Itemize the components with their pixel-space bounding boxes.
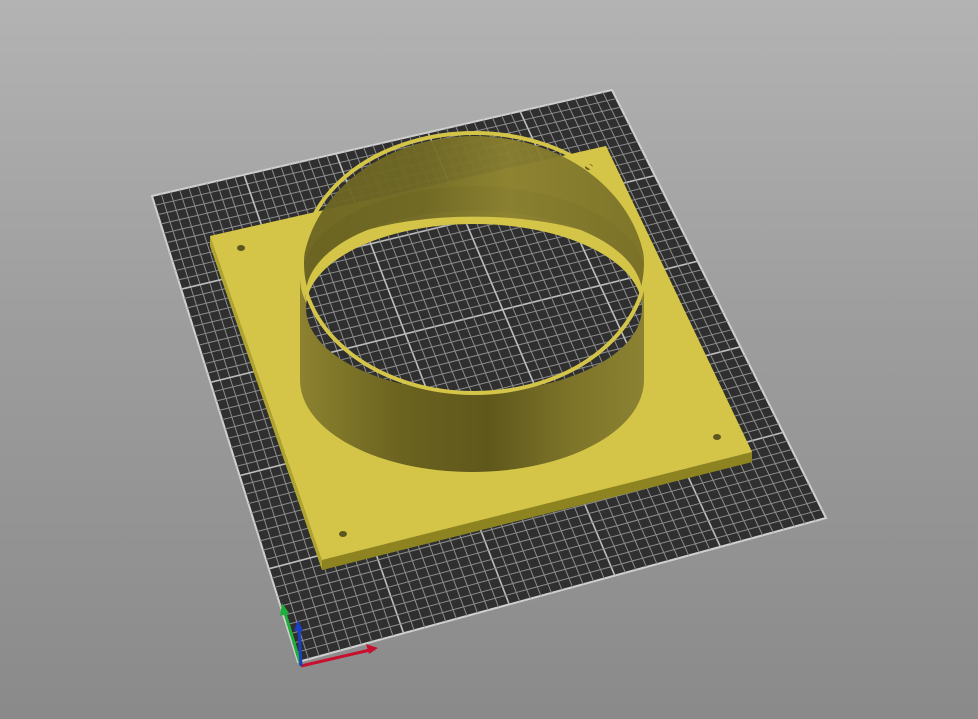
scene-canvas[interactable] (0, 0, 978, 719)
screw-hole-icon (237, 245, 245, 251)
screw-hole-icon (339, 531, 347, 537)
z-axis-arrow (297, 627, 303, 667)
3d-viewport[interactable] (0, 0, 978, 719)
screw-hole-icon (713, 434, 721, 440)
